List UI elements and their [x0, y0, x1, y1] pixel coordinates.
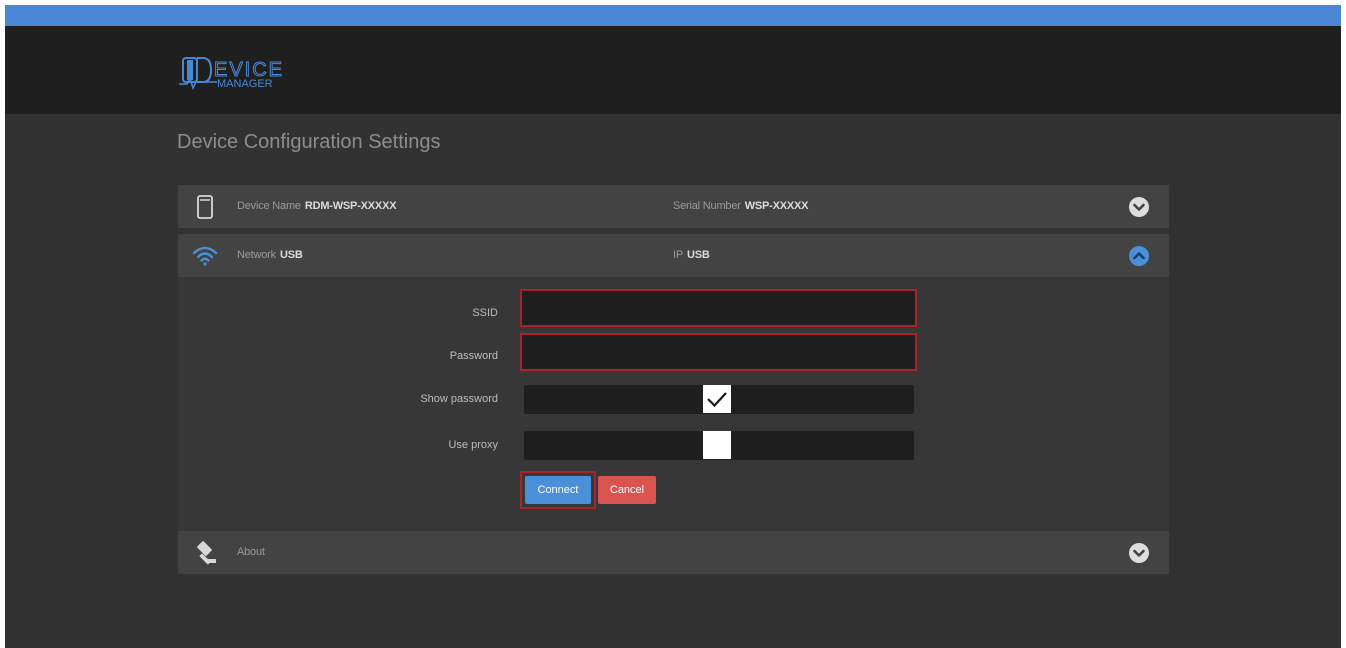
show-password-row	[524, 385, 914, 414]
cancel-button[interactable]: Cancel	[598, 476, 656, 504]
password-field-error-border	[520, 333, 917, 371]
connect-button-error-border: Connect	[520, 471, 596, 509]
about-row[interactable]: About	[178, 531, 1169, 574]
ssid-input[interactable]	[524, 293, 913, 323]
device-info-row[interactable]: Device Name RDM-WSP-XXXXX Serial Number WS…	[178, 185, 1169, 228]
ip-label: IP	[673, 249, 683, 261]
device-name-label: Device Name	[237, 200, 301, 212]
page-title: Device Configuration Settings	[177, 131, 441, 153]
use-proxy-label: Use proxy	[448, 439, 498, 451]
show-password-checkbox[interactable]	[703, 385, 731, 413]
password-input[interactable]	[524, 337, 913, 367]
password-label: Password	[449, 350, 498, 362]
ip-value: USB	[687, 249, 710, 261]
device-name-field: Device Name RDM-WSP-XXXXX	[237, 200, 397, 212]
checkmark-icon	[707, 392, 727, 408]
network-field: Network USB	[237, 249, 303, 261]
device-manager-logo: EVICE MANAGER	[179, 57, 283, 91]
chevron-up-icon[interactable]	[1129, 246, 1149, 266]
browser-top-bar	[5, 5, 1341, 26]
connect-button[interactable]: Connect	[525, 476, 591, 504]
device-icon	[197, 195, 213, 219]
show-password-label: Show password	[420, 393, 498, 405]
network-info-row[interactable]: Network USB IP USB	[178, 234, 1169, 277]
serial-number-value: WSP-XXXXX	[744, 200, 809, 212]
use-proxy-row	[524, 431, 914, 460]
ssid-label: SSID	[472, 307, 498, 319]
chevron-down-icon[interactable]	[1129, 197, 1149, 217]
wifi-icon	[192, 246, 218, 266]
serial-number-label: Serial Number	[673, 200, 741, 212]
about-label: About	[237, 546, 265, 558]
svg-text:MANAGER: MANAGER	[217, 78, 273, 90]
device-name-value: RDM-WSP-XXXXX	[304, 200, 397, 212]
gavel-icon	[197, 541, 216, 565]
app-header: EVICE MANAGER	[5, 26, 1341, 114]
chevron-down-icon[interactable]	[1129, 543, 1149, 563]
network-settings-panel: SSID Password Show password Use proxy Co…	[178, 277, 1169, 531]
network-value: USB	[279, 249, 303, 261]
ssid-field-error-border	[520, 289, 917, 327]
serial-number-field: Serial Number WSP-XXXXX	[673, 200, 809, 212]
app-window: EVICE MANAGER Device Configuration Setti…	[5, 5, 1341, 648]
ip-field: IP USB	[673, 249, 710, 261]
network-label: Network	[237, 249, 276, 261]
use-proxy-checkbox[interactable]	[703, 431, 731, 459]
